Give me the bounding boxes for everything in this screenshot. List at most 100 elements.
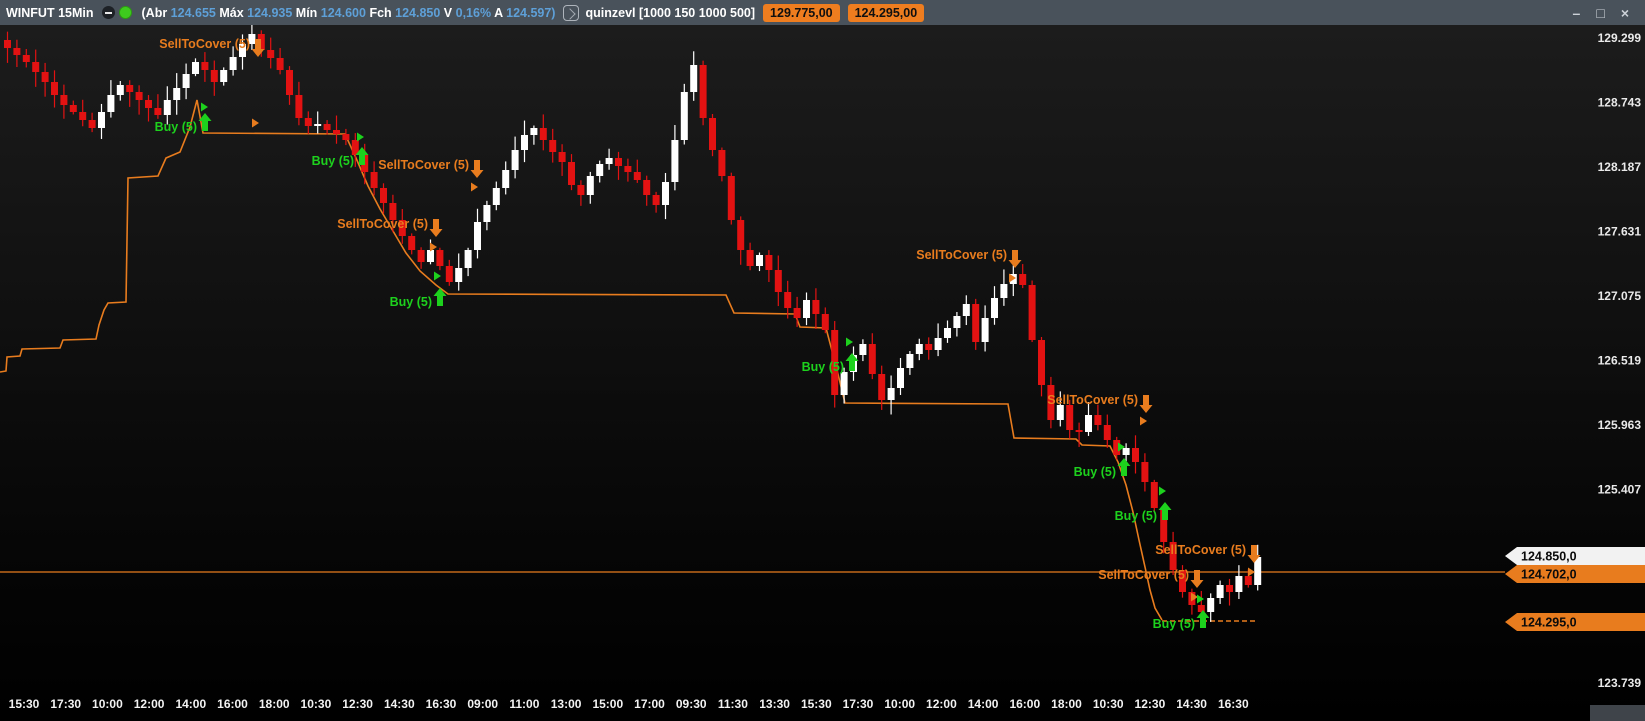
time-tick-label: 12:00 [134, 697, 165, 711]
entry-tick-icon [1159, 487, 1166, 496]
sell-to-cover-signal: SellToCover (5) [916, 248, 1021, 283]
collapse-indicator-icon[interactable] [102, 6, 115, 19]
time-tick-label: 12:30 [1135, 697, 1166, 711]
entry-tick-icon [434, 272, 441, 281]
order-level-badge: 124.702,0 [1505, 565, 1645, 583]
clock-chart-icon[interactable] [563, 5, 579, 21]
buy-signal: Buy (5) [1074, 443, 1131, 480]
time-tick-label: 17:00 [634, 697, 665, 711]
signal-label: SellToCover (5) [159, 37, 250, 51]
close-button[interactable]: × [1621, 5, 1629, 21]
price-tick-label: 128.743 [1598, 96, 1642, 110]
signal-label: Buy (5) [1153, 617, 1195, 631]
time-tick-label: 10:30 [1093, 697, 1124, 711]
ohlc-value: 0,16% [456, 6, 491, 20]
buy-signal: Buy (5) [155, 103, 212, 135]
order-price-badge-2[interactable]: 124.295,00 [848, 4, 925, 22]
ohlc-value: 124.850 [395, 6, 440, 20]
entry-tick-icon [201, 103, 208, 112]
time-tick-label: 12:30 [342, 697, 373, 711]
ohlc-label: Fch [366, 6, 395, 20]
price-tick-label: 125.407 [1598, 483, 1642, 497]
symbol-timeframe-title: WINFUT 15Min [6, 6, 94, 20]
entry-tick-icon [1197, 595, 1204, 604]
time-tick-label: 14:30 [384, 697, 415, 711]
time-tick-label: 16:00 [217, 697, 248, 711]
order-level-badge: 124.295,0 [1505, 613, 1645, 631]
signal-label: SellToCover (5) [916, 248, 1007, 262]
price-tick-label: 123.739 [1598, 676, 1642, 690]
maximize-button[interactable]: □ [1596, 5, 1604, 21]
sell-to-cover-signal: SellToCover (5) [337, 217, 442, 252]
strategy-running-icon[interactable] [119, 6, 132, 19]
signal-label: Buy (5) [1074, 465, 1116, 479]
entry-tick-icon [846, 338, 853, 347]
price-tick-label: 127.075 [1598, 289, 1642, 303]
time-tick-label: 09:30 [676, 697, 707, 711]
sell-to-cover-signal: SellToCover (5) [1098, 568, 1203, 602]
signal-label: SellToCover (5) [1155, 543, 1246, 557]
sell-arrow-icon [1009, 260, 1022, 268]
strategy-name: quinzevl [1000 150 1000 500] [585, 6, 755, 20]
price-badge-value: 124.295,0 [1521, 616, 1577, 630]
price-tick-label: 129.299 [1598, 31, 1642, 45]
time-tick-label: 14:00 [968, 697, 999, 711]
sell-arrow-icon [430, 229, 443, 237]
ohlc-value: 124.597) [506, 6, 555, 20]
time-tick-label: 11:30 [718, 697, 748, 711]
time-tick-label: 18:00 [259, 697, 290, 711]
signals: SellToCover (5) Buy (5) Buy (5) SellToCover… [155, 37, 1261, 631]
signal-label: SellToCover (5) [1047, 393, 1138, 407]
sell-arrow-icon [252, 49, 265, 57]
sell-to-cover-signal: SellToCover (5) [159, 37, 264, 128]
buy-signal: Buy (5) [1153, 595, 1210, 632]
chart-canvas[interactable]: SellToCover (5) Buy (5) Buy (5) SellToCover… [0, 25, 1645, 721]
order-price-badge-1[interactable]: 129.775,00 [763, 4, 840, 22]
time-tick-label: 10:00 [92, 697, 123, 711]
time-tick-label: 15:30 [801, 697, 832, 711]
price-tick-label: 126.519 [1598, 354, 1642, 368]
corner-resize-box[interactable] [1590, 705, 1645, 721]
signal-label: SellToCover (5) [337, 217, 428, 231]
buy-signal: Buy (5) [312, 133, 369, 169]
sell-arrow-icon [1191, 580, 1204, 588]
entry-tick-icon [1248, 568, 1255, 577]
time-tick-label: 13:00 [551, 697, 582, 711]
signal-label: SellToCover (5) [378, 158, 469, 172]
trading-chart-window: WINFUT 15Min (Abr 124.655 Máx 124.935 Mí… [0, 0, 1645, 721]
entry-tick-icon [252, 119, 259, 128]
price-axis[interactable]: 129.299 128.743 128.187 127.631 127.075 126.5… [1505, 31, 1645, 690]
buy-signal: Buy (5) [390, 272, 447, 310]
ohlc-label: V [440, 6, 455, 20]
time-tick-label: 10:30 [301, 697, 332, 711]
price-tick-label: 125.963 [1598, 418, 1642, 432]
price-tick-label: 127.631 [1598, 225, 1642, 239]
ohlc-value: 124.655 [171, 6, 216, 20]
chart-title-bar: WINFUT 15Min (Abr 124.655 Máx 124.935 Mí… [0, 0, 1645, 25]
minimize-button[interactable]: – [1573, 5, 1581, 21]
ohlc-label: Máx [216, 6, 247, 20]
sell-arrow-icon [1140, 405, 1153, 413]
signal-label: Buy (5) [155, 120, 197, 134]
time-tick-label: 15:30 [9, 697, 40, 711]
entry-tick-icon [357, 133, 364, 142]
time-tick-label: 15:00 [592, 697, 623, 711]
time-tick-label: 14:00 [175, 697, 206, 711]
entry-tick-icon [1140, 417, 1147, 426]
signal-label: Buy (5) [1115, 509, 1157, 523]
ohlc-summary: (Abr 124.655 Máx 124.935 Mín 124.600 Fch… [142, 6, 556, 20]
ohlc-label: (Abr [142, 6, 171, 20]
time-tick-label: 13:30 [759, 697, 790, 711]
time-axis[interactable]: 15:30 17:30 10:00 12:00 14:00 16:00 18:00 10:30… [9, 697, 1249, 711]
time-tick-label: 16:30 [1218, 697, 1249, 711]
price-badge-value: 124.850,0 [1521, 550, 1577, 564]
time-tick-label: 10:00 [884, 697, 915, 711]
ohlc-label: Mín [292, 6, 320, 20]
time-tick-label: 17:30 [50, 697, 81, 711]
price-tick-label: 128.187 [1598, 160, 1642, 174]
signal-label: Buy (5) [802, 360, 844, 374]
last-price-badge: 124.850,0 [1505, 547, 1645, 565]
chart-area[interactable]: SellToCover (5) Buy (5) Buy (5) SellToCover… [0, 25, 1645, 721]
ohlc-value: 124.935 [247, 6, 292, 20]
window-controls: – □ × [1573, 5, 1629, 21]
